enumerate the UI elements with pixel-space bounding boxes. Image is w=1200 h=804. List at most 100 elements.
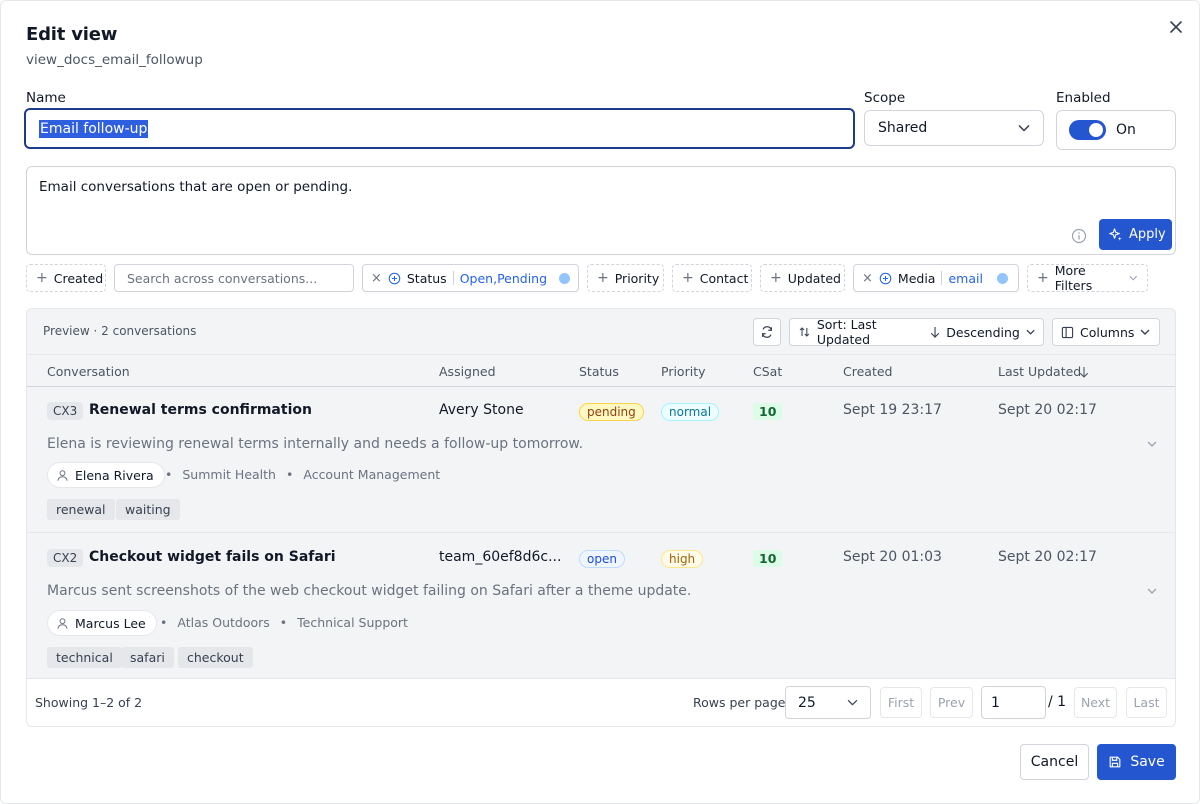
header-assigned[interactable]: Assigned	[439, 364, 496, 379]
name-input[interactable]: Email follow-up	[24, 108, 855, 149]
conversation-summary: Marcus sent screenshots of the web check…	[47, 583, 692, 599]
columns-button[interactable]: Columns	[1052, 318, 1160, 346]
enabled-toggle[interactable]	[1069, 120, 1106, 140]
filter-media-label: Media	[897, 270, 936, 286]
team: Technical Support	[297, 615, 408, 630]
save-button[interactable]: Save	[1097, 744, 1176, 780]
sort-direction: Descending	[946, 324, 1020, 340]
refresh-button[interactable]	[753, 318, 781, 346]
remove-filter-icon[interactable]: ×	[371, 271, 382, 286]
columns-icon	[1061, 326, 1074, 338]
team: Account Management	[303, 467, 441, 482]
conversation-title[interactable]: Renewal terms confirmation	[89, 402, 312, 418]
contact-name: Marcus Lee	[75, 615, 146, 631]
next-page-button[interactable]: Next	[1074, 687, 1117, 718]
info-icon[interactable]	[1071, 228, 1087, 244]
filter-updated[interactable]: + Updated	[760, 264, 845, 292]
conversation-id: CX2	[47, 549, 84, 567]
created-date: Sept 19 23:17	[843, 402, 942, 418]
assigned: team_60ef8d6c...	[439, 549, 562, 565]
filter-contact-label: Contact	[699, 270, 749, 286]
filter-priority-label: Priority	[614, 270, 660, 286]
scope-select[interactable]: Shared	[864, 110, 1044, 146]
chevron-down-icon	[1026, 329, 1035, 335]
filter-status-value: Open,Pending	[459, 270, 548, 286]
description-textarea[interactable]: Email conversations that are open or pen…	[26, 166, 1176, 255]
csat-badge: 10	[753, 403, 783, 420]
header-created[interactable]: Created	[843, 364, 892, 379]
first-page-button[interactable]: First	[880, 687, 922, 718]
chevron-down-icon	[847, 699, 858, 706]
name-value: Email follow-up	[39, 119, 149, 138]
search-placeholder: Search across conversations...	[127, 270, 318, 286]
header-conversation[interactable]: Conversation	[47, 364, 130, 379]
filter-priority[interactable]: + Priority	[587, 264, 664, 292]
dialog-title: Edit view	[26, 24, 118, 45]
assigned: Avery Stone	[439, 402, 524, 418]
rows-per-page-label: Rows per page	[693, 695, 786, 710]
sort-arrows-icon	[799, 327, 810, 337]
organization: Summit Health	[182, 467, 276, 482]
table-row[interactable]: CX3 Renewal terms confirmation Avery Sto…	[27, 388, 1175, 533]
header-status[interactable]: Status	[579, 364, 619, 379]
add-circle-icon	[388, 272, 401, 284]
conversation-id: CX3	[47, 402, 84, 420]
toggle-knob	[1089, 123, 1103, 137]
chevron-down-icon[interactable]	[1145, 584, 1159, 598]
last-page-button[interactable]: Last	[1126, 687, 1167, 718]
filter-created[interactable]: + Created	[26, 264, 106, 292]
rows-per-page-value: 25	[798, 694, 816, 711]
header-csat[interactable]: CSat	[753, 364, 782, 379]
columns-label: Columns	[1080, 324, 1135, 340]
filter-media[interactable]: × Media email	[853, 264, 1019, 292]
page-input[interactable]: 1	[981, 686, 1046, 719]
filter-contact[interactable]: + Contact	[672, 264, 752, 292]
active-filter-dot	[559, 272, 570, 284]
plus-icon: +	[597, 270, 609, 286]
more-filters-button[interactable]: + More Filters	[1027, 263, 1148, 293]
chevron-down-icon[interactable]	[1145, 437, 1159, 451]
table-header: Conversation Assigned Status Priority CS…	[27, 354, 1175, 387]
cancel-button[interactable]: Cancel	[1020, 744, 1089, 780]
tag: checkout	[178, 647, 253, 668]
page-total: / 1	[1048, 694, 1067, 710]
bullet: •	[160, 615, 168, 630]
header-priority[interactable]: Priority	[661, 364, 706, 379]
edit-view-dialog: Edit view view_docs_email_followup Name …	[0, 0, 1200, 804]
scope-value: Shared	[878, 120, 928, 136]
table-row[interactable]: CX2 Checkout widget fails on Safari team…	[27, 534, 1175, 678]
search-input[interactable]: Search across conversations...	[114, 264, 354, 292]
filter-status[interactable]: × Status Open,Pending	[362, 264, 579, 292]
plus-icon: +	[682, 270, 694, 286]
plus-icon: +	[1037, 270, 1049, 286]
prev-page-button[interactable]: Prev	[930, 687, 973, 718]
sort-label: Sort: Last Updated	[816, 317, 877, 347]
plus-icon: +	[770, 270, 782, 286]
tag: technical	[47, 647, 122, 668]
more-filters-label: More Filters	[1054, 263, 1093, 293]
bullet: •	[279, 615, 288, 630]
organization: Atlas Outdoors	[177, 615, 270, 630]
contact-chip[interactable]: Elena Rivera	[47, 462, 165, 488]
conversation-title[interactable]: Checkout widget fails on Safari	[89, 549, 336, 565]
remove-filter-icon[interactable]: ×	[862, 271, 873, 286]
rows-per-page-select[interactable]: 25	[785, 686, 871, 719]
bullet: •	[285, 467, 294, 482]
close-button[interactable]	[1164, 15, 1188, 39]
header-last-updated[interactable]: Last Updated	[998, 364, 1081, 379]
arrow-down-icon	[1079, 367, 1089, 378]
tag: renewal	[47, 499, 115, 520]
filter-updated-label: Updated	[787, 270, 841, 286]
enabled-label: Enabled	[1056, 90, 1111, 106]
conversation-summary: Elena is reviewing renewal terms interna…	[47, 436, 584, 452]
apply-button[interactable]: Apply	[1099, 219, 1172, 250]
active-filter-dot	[996, 272, 1008, 284]
contact-meta: • Summit Health • Account Management	[165, 467, 440, 482]
pagination: Showing 1–2 of 2 Rows per page 25 First …	[27, 678, 1175, 726]
sparkle-icon	[1109, 228, 1122, 241]
priority-badge: high	[661, 550, 704, 568]
sort-button[interactable]: Sort: Last Updated Descending	[789, 317, 1044, 347]
contact-chip[interactable]: Marcus Lee	[47, 610, 157, 636]
enabled-toggle-box: On	[1056, 110, 1176, 150]
apply-label: Apply	[1129, 227, 1166, 242]
